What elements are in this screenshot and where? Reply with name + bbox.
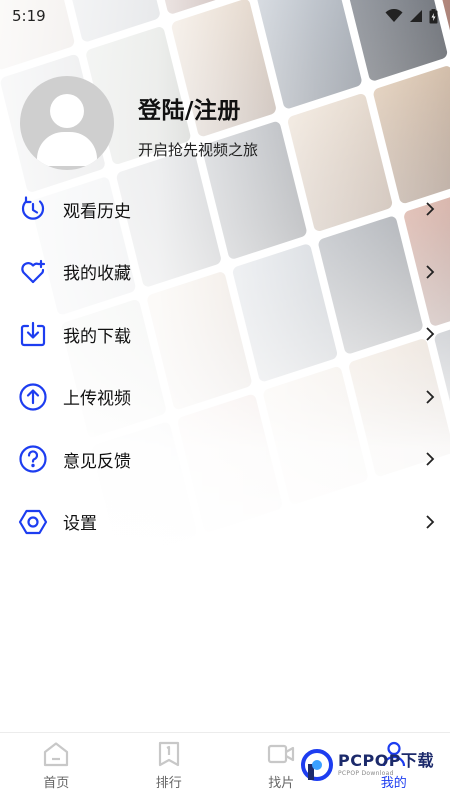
battery-icon: [429, 8, 438, 23]
login-register-title[interactable]: 登陆/注册: [138, 91, 258, 125]
login-subtitle: 开启抢先视频之旅: [138, 140, 259, 159]
pcpop-logo-icon: [301, 749, 333, 781]
status-time: 5:19: [12, 7, 46, 25]
help-icon: [18, 444, 48, 474]
menu-label-history: 观看历史: [63, 201, 131, 222]
menu-item-upload[interactable]: 上传视频: [0, 366, 450, 429]
heart-plus-icon: [18, 257, 48, 287]
video-camera-icon: [268, 744, 295, 764]
chevron-right-icon: [426, 265, 435, 279]
status-bar: 5:19: [0, 0, 450, 32]
menu-item-history[interactable]: 观看历史: [0, 178, 450, 241]
ranking-icon: [158, 741, 179, 767]
chevron-right-icon: [426, 202, 435, 216]
nav-label-home: 首页: [43, 776, 70, 791]
menu-item-downloads[interactable]: 我的下载: [0, 303, 450, 366]
settings-menu: 观看历史 我的收藏 我的下载 上传视频 意见反馈 设置: [0, 178, 450, 553]
watermark-text: PCPOP下载: [338, 751, 435, 770]
menu-item-feedback[interactable]: 意见反馈: [0, 428, 450, 491]
menu-label-upload: 上传视频: [63, 389, 131, 410]
download-icon: [18, 319, 48, 349]
wifi-icon: [385, 9, 403, 22]
avatar[interactable]: [20, 76, 114, 170]
pcpop-watermark: PCPOP下载 PCPOP Download: [300, 748, 434, 782]
menu-label-settings: 设置: [63, 514, 97, 535]
menu-item-settings[interactable]: 设置: [0, 491, 450, 554]
chevron-right-icon: [426, 452, 435, 466]
nav-tab-ranking[interactable]: 排行: [113, 733, 226, 800]
menu-item-favorites[interactable]: 我的收藏: [0, 241, 450, 304]
watermark-subtext: PCPOP Download: [338, 770, 394, 777]
menu-label-downloads: 我的下载: [63, 326, 131, 347]
upload-icon: [18, 382, 48, 412]
menu-label-favorites: 我的收藏: [63, 264, 131, 285]
profile-header[interactable]: 登陆/注册 开启抢先视频之旅: [20, 76, 258, 170]
chevron-right-icon: [426, 515, 435, 529]
nav-label-ranking: 排行: [155, 776, 182, 791]
settings-icon: [18, 507, 48, 537]
nav-tab-home[interactable]: 首页: [0, 733, 113, 800]
cell-signal-icon: [410, 10, 422, 22]
chevron-right-icon: [426, 390, 435, 404]
menu-label-feedback: 意见反馈: [63, 451, 131, 472]
chevron-right-icon: [426, 327, 435, 341]
home-icon: [44, 742, 69, 767]
nav-label-discover: 找片: [268, 776, 295, 791]
history-icon: [18, 194, 48, 224]
status-icons: [385, 8, 438, 24]
